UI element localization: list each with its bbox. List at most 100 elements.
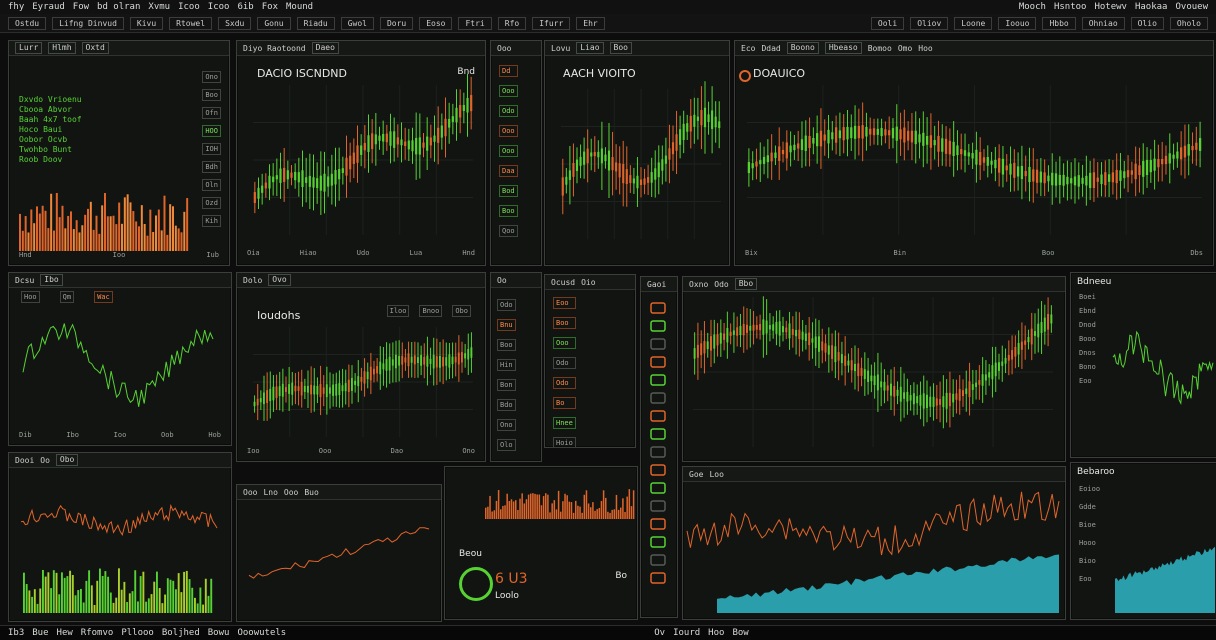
list-item[interactable]: Ebnd (1079, 307, 1096, 315)
menu-item[interactable]: Icoo (178, 2, 200, 12)
list-item[interactable]: Gdde (1079, 503, 1100, 511)
tab[interactable]: Sxdu (218, 16, 252, 30)
candlestick-chart[interactable] (561, 81, 721, 239)
status-item[interactable]: Bow (732, 628, 748, 638)
header-button[interactable]: Oxtd (81, 42, 109, 54)
tab[interactable]: Ohniao (1081, 16, 1125, 30)
header-button[interactable]: Obo (55, 454, 79, 466)
order-row[interactable]: Eoo (553, 297, 576, 309)
indicator-chip[interactable]: Qm (59, 291, 75, 303)
list-item[interactable]: Bioo (1079, 557, 1100, 565)
tab[interactable]: Ooli (870, 16, 905, 30)
list-item[interactable]: Hoco Baui (19, 125, 82, 135)
indicator-chip[interactable]: Wac (94, 291, 113, 303)
list-item[interactable]: Dnos (1079, 349, 1096, 357)
header-button[interactable]: Bbo (734, 278, 758, 290)
tool-icons[interactable] (647, 299, 671, 599)
menu-item[interactable]: Ovouew (1175, 2, 1208, 12)
tab[interactable]: Ftri (458, 16, 492, 30)
status-item[interactable]: Rfomvo (81, 628, 114, 638)
record-icon[interactable] (739, 70, 751, 82)
tab[interactable]: Oliov (910, 16, 949, 30)
list-item[interactable]: Baah 4x7 toof (19, 115, 82, 125)
status-item[interactable]: Boljhed (162, 628, 200, 638)
list-item[interactable]: Bono (1079, 363, 1096, 371)
tab[interactable]: Ifurr (532, 16, 571, 30)
line-chart[interactable] (22, 309, 214, 419)
menu-item[interactable]: Hsntoo (1054, 2, 1087, 12)
list-item[interactable]: Eoo (1079, 377, 1096, 385)
status-item[interactable]: Bue (32, 628, 48, 638)
tab[interactable]: Ostdu (8, 16, 47, 30)
menu-item[interactable]: Mooch (1019, 2, 1046, 12)
menu-item[interactable]: Mound (286, 2, 313, 12)
indicator-chip[interactable]: Iloo (386, 305, 410, 317)
tab[interactable]: Riadu (296, 16, 335, 30)
list-item[interactable]: Eoo (1079, 575, 1100, 583)
status-item[interactable]: Hew (57, 628, 73, 638)
order-row[interactable]: Odo (553, 357, 576, 369)
tab[interactable]: Loone (954, 16, 993, 30)
list-item[interactable]: Booo (1079, 335, 1096, 343)
candlestick-chart[interactable] (253, 327, 473, 437)
candlestick-chart[interactable] (253, 73, 473, 235)
header-button[interactable]: Hlmh (48, 42, 76, 54)
list-item[interactable]: Eoioo (1079, 485, 1100, 493)
tab[interactable]: Rfo (497, 16, 527, 30)
status-item[interactable]: Iourd (673, 628, 700, 638)
list-item[interactable]: Dxvdo Vrioenu (19, 95, 82, 105)
tab[interactable]: Hbbo (1042, 16, 1076, 30)
list-item[interactable]: Hooo (1079, 539, 1100, 547)
header-button[interactable]: Boono (786, 42, 819, 54)
header-button[interactable]: Lurr (15, 42, 43, 54)
header-button[interactable]: Daeo (311, 42, 339, 54)
area-chart[interactable] (686, 483, 1060, 613)
indicator-chip[interactable]: Bnoo (419, 305, 443, 317)
tab[interactable]: Rtowel (169, 16, 213, 30)
menu-item[interactable]: Xvmu (148, 2, 170, 12)
header-button[interactable]: Liao (576, 42, 604, 54)
menu-item[interactable]: Eyraud (32, 2, 65, 12)
menu-item[interactable]: Fox (262, 2, 278, 12)
list-item[interactable]: Oobor Ocvb (19, 135, 82, 145)
order-row[interactable]: Hoio (553, 437, 576, 447)
header-button[interactable]: Ovo (268, 274, 291, 286)
header-button[interactable]: Boo (609, 42, 632, 54)
tab[interactable]: Ioouo (998, 16, 1037, 30)
tab[interactable]: Doru (379, 16, 414, 30)
order-row[interactable]: Odo (553, 377, 576, 389)
menu-item[interactable]: Haokaa (1135, 2, 1168, 12)
order-row[interactable]: Ooo (553, 337, 576, 349)
header-button[interactable]: Hbeaso (824, 42, 862, 54)
tab[interactable]: Gonu (257, 16, 291, 30)
tab[interactable]: Ehr (576, 16, 605, 30)
tab[interactable]: Lifng Dinvud (52, 16, 124, 30)
menu-item[interactable]: Hotewv (1094, 2, 1127, 12)
indicator-chip[interactable]: Obo (452, 305, 471, 317)
list-item[interactable]: Roob Doov (19, 155, 82, 165)
list-item[interactable]: Dnod (1079, 321, 1096, 329)
header-button[interactable]: Ibo (40, 274, 63, 286)
order-row[interactable]: Hnee (553, 417, 576, 429)
candlestick-chart[interactable] (747, 85, 1202, 235)
tab[interactable]: Kivu (129, 16, 164, 30)
candlestick-chart[interactable] (693, 296, 1053, 447)
list-item[interactable]: Twohbo Bunt (19, 145, 82, 155)
menu-item[interactable]: bd olran (97, 2, 140, 12)
indicator-chip[interactable]: Hoo (21, 291, 40, 303)
menu-item[interactable]: fhy (8, 2, 24, 12)
status-item[interactable]: Ov (654, 628, 665, 638)
list-item[interactable]: Boei (1079, 293, 1096, 301)
status-item[interactable]: Pllooo (121, 628, 154, 638)
menu-item[interactable]: Icoo (208, 2, 230, 12)
list-item[interactable]: Bioe (1079, 521, 1100, 529)
tab[interactable]: Oholo (1169, 16, 1208, 30)
status-item[interactable]: Hoo (708, 628, 724, 638)
tab[interactable]: Olio (1130, 16, 1164, 30)
status-item[interactable]: Ooowutels (237, 628, 286, 638)
order-row[interactable]: Boo (553, 317, 576, 329)
status-item[interactable]: Ib3 (8, 628, 24, 638)
menu-item[interactable]: 6ib (237, 2, 253, 12)
list-item[interactable]: Cbooa Abvor (19, 105, 82, 115)
tab[interactable]: Eoso (419, 16, 453, 30)
